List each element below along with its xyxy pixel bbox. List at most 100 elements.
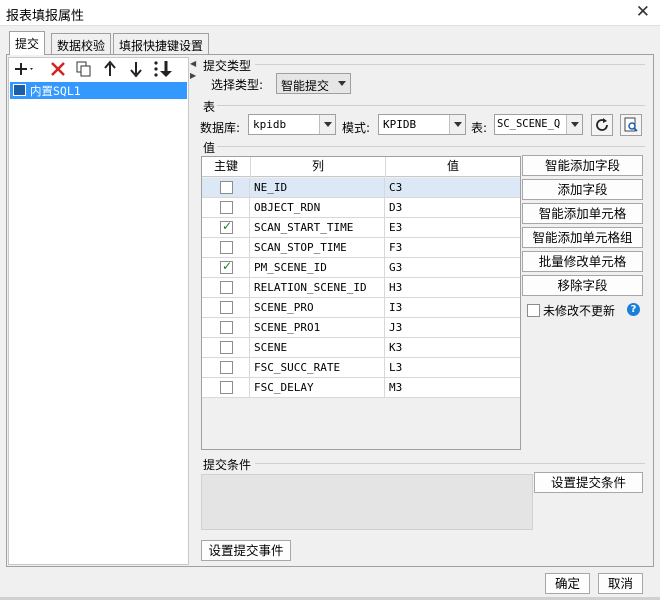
column-name-cell[interactable]: NE_ID <box>251 178 385 197</box>
chevron-down-icon <box>566 115 582 134</box>
condition-preview-box <box>201 474 533 530</box>
primary-key-checkbox[interactable] <box>220 381 233 394</box>
primary-key-checkbox[interactable] <box>220 361 233 374</box>
no-update-unmodified-label: 未修改不更新 <box>543 304 616 318</box>
move-down-icon[interactable] <box>126 60 146 78</box>
primary-key-checkbox[interactable] <box>220 259 233 274</box>
set-submit-event-button[interactable]: 设置提交事件 <box>201 540 291 561</box>
value-section-label: 值 <box>203 141 216 155</box>
table-row[interactable]: RELATION_SCENE_ID H3 <box>202 278 520 298</box>
preview-table-button[interactable] <box>620 114 642 136</box>
table-select[interactable]: SC_SCENE_Q <box>494 114 583 135</box>
help-icon[interactable]: ? <box>627 303 640 316</box>
set-condition-button[interactable]: 设置提交条件 <box>534 472 643 493</box>
submit-type-section-label: 提交类型 <box>203 59 252 73</box>
divider <box>217 146 645 147</box>
primary-key-checkbox[interactable] <box>220 301 233 314</box>
table-row[interactable]: SCAN_STOP_TIME F3 <box>202 238 520 258</box>
collapse-left-icon[interactable]: ◀ <box>190 59 196 68</box>
value-cell[interactable]: D3 <box>386 198 520 217</box>
primary-key-checkbox[interactable] <box>220 219 233 234</box>
value-cell[interactable]: L3 <box>386 358 520 377</box>
smart-add-cell-group-button[interactable]: 智能添加单元格组 <box>522 227 643 248</box>
cancel-button[interactable]: 取消 <box>598 573 643 594</box>
sort-icon[interactable] <box>152 60 174 78</box>
column-header-column[interactable]: 列 <box>251 157 386 177</box>
primary-key-checkbox[interactable] <box>220 201 233 214</box>
refresh-icon <box>596 118 608 131</box>
key-cell <box>202 258 250 277</box>
table-row[interactable]: FSC_SUCC_RATE L3 <box>202 358 520 378</box>
add-icon[interactable] <box>14 60 34 78</box>
column-name-cell[interactable]: FSC_SUCC_RATE <box>251 358 385 377</box>
table-row[interactable]: NE_ID C3 <box>202 178 520 198</box>
table-row[interactable]: PM_SCENE_IDG3 <box>202 258 520 278</box>
value-cell[interactable]: H3 <box>386 278 520 297</box>
tab-shortcut-settings[interactable]: 填报快捷键设置 <box>113 33 210 55</box>
column-name-cell[interactable]: OBJECT_RDN <box>251 198 385 217</box>
tree-item-sql1[interactable]: 内置SQL1 <box>10 82 187 99</box>
value-cell[interactable]: C3 <box>386 178 520 197</box>
no-update-unmodified-checkbox[interactable] <box>527 304 540 317</box>
table-row[interactable]: SCAN_START_TIMEE3 <box>202 218 520 238</box>
refresh-button[interactable] <box>591 114 613 136</box>
column-name-cell[interactable]: SCENE <box>251 338 385 357</box>
schema-select[interactable]: KPIDB <box>378 114 466 135</box>
divider <box>255 64 645 65</box>
key-cell <box>202 218 250 237</box>
smart-add-cell-button[interactable]: 智能添加单元格 <box>522 203 643 224</box>
tab-submit[interactable]: 提交 <box>9 31 46 55</box>
column-name-cell[interactable]: SCAN_START_TIME <box>251 218 385 237</box>
move-up-icon[interactable] <box>100 60 120 78</box>
divider <box>217 105 645 106</box>
value-cell[interactable]: J3 <box>386 318 520 337</box>
ok-button[interactable]: 确定 <box>545 573 590 594</box>
delete-icon[interactable] <box>48 60 68 78</box>
preview-search-icon <box>624 117 638 132</box>
expand-right-icon[interactable]: ▶ <box>190 71 196 80</box>
value-cell[interactable]: K3 <box>386 338 520 357</box>
primary-key-checkbox[interactable] <box>220 281 233 294</box>
table-row[interactable]: FSC_DELAY M3 <box>202 378 520 398</box>
value-cell[interactable]: I3 <box>386 298 520 317</box>
column-name-cell[interactable]: RELATION_SCENE_ID <box>251 278 385 297</box>
remove-field-button[interactable]: 移除字段 <box>522 275 643 296</box>
table-value: SC_SCENE_Q <box>497 118 561 130</box>
table-row[interactable]: SCENE K3 <box>202 338 520 358</box>
key-cell <box>202 178 250 197</box>
value-cell[interactable]: F3 <box>386 238 520 257</box>
primary-key-checkbox[interactable] <box>220 321 233 334</box>
column-name-cell[interactable]: SCENE_PRO1 <box>251 318 385 337</box>
database-value: kpidb <box>253 118 287 131</box>
chevron-down-icon <box>449 115 465 134</box>
close-icon[interactable]: ✕ <box>636 2 650 22</box>
column-name-cell[interactable]: FSC_DELAY <box>251 378 385 397</box>
divider <box>255 463 645 464</box>
primary-key-checkbox[interactable] <box>220 241 233 254</box>
column-header-value[interactable]: 值 <box>386 157 520 177</box>
value-cell[interactable]: M3 <box>386 378 520 397</box>
column-name-cell[interactable]: SCENE_PRO <box>251 298 385 317</box>
table-row[interactable]: SCENE_PRO I3 <box>202 298 520 318</box>
tab-data-validation[interactable]: 数据校验 <box>51 33 112 55</box>
table-row[interactable]: OBJECT_RDN D3 <box>202 198 520 218</box>
database-select[interactable]: kpidb <box>248 114 336 135</box>
column-name-cell[interactable]: PM_SCENE_ID <box>251 258 385 277</box>
condition-section-label: 提交条件 <box>203 458 252 472</box>
column-name-cell[interactable]: SCAN_STOP_TIME <box>251 238 385 257</box>
smart-add-field-button[interactable]: 智能添加字段 <box>522 155 643 176</box>
value-cell[interactable]: E3 <box>386 218 520 237</box>
copy-icon[interactable] <box>74 60 94 78</box>
key-cell <box>202 298 250 317</box>
submit-type-value: 智能提交 <box>281 79 330 93</box>
panel-splitter[interactable]: ◀ ▶ <box>190 57 196 565</box>
batch-modify-cell-button[interactable]: 批量修改单元格 <box>522 251 643 272</box>
field-value-table: 主键 列 值 NE_IDC3OBJECT_RDND3SCAN_START_TIM… <box>201 156 521 450</box>
primary-key-checkbox[interactable] <box>220 181 233 194</box>
submit-type-select[interactable]: 智能提交 <box>276 73 351 94</box>
add-field-button[interactable]: 添加字段 <box>522 179 643 200</box>
primary-key-checkbox[interactable] <box>220 341 233 354</box>
value-cell[interactable]: G3 <box>386 258 520 277</box>
column-header-key[interactable]: 主键 <box>202 157 251 177</box>
table-row[interactable]: SCENE_PRO1 J3 <box>202 318 520 338</box>
